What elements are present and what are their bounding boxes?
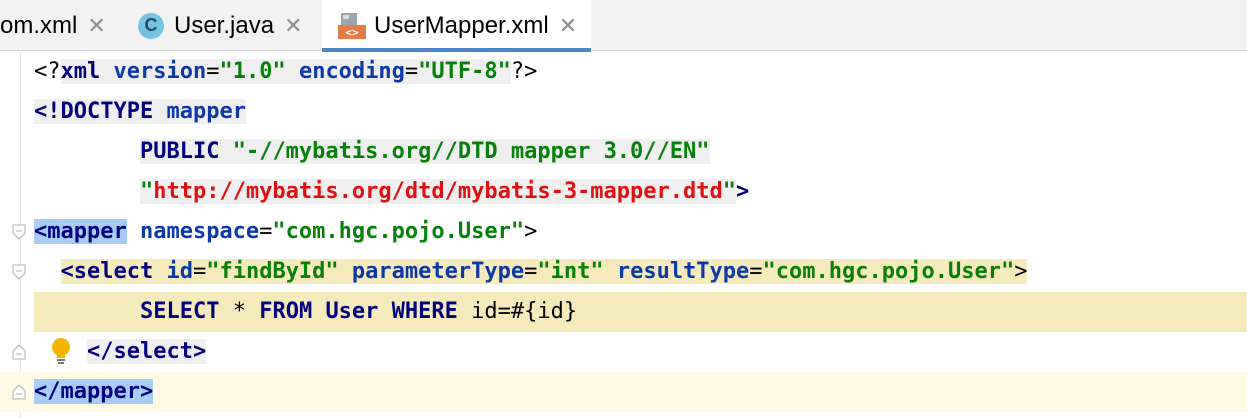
tab-usermapper-xml[interactable]: <> UserMapper.xml ✕	[322, 0, 592, 52]
sql-keyword: FROM	[259, 299, 313, 324]
fold-end-icon[interactable]	[12, 344, 26, 360]
mapper-open-tag: <mapper	[34, 219, 127, 244]
mapper-close-tag: </mapper>	[34, 379, 154, 404]
code-line[interactable]: <!DOCTYPE mapper	[0, 92, 1247, 132]
fold-open-icon[interactable]	[12, 224, 26, 240]
select-open-tag: <select	[60, 259, 154, 284]
public-keyword: PUBLIC	[139, 139, 220, 164]
sql-table-name: User	[325, 299, 379, 324]
tag-close: >	[1014, 259, 1028, 284]
value-encoding: "UTF-8"	[418, 59, 511, 84]
doctype-keyword: <!DOCTYPE	[34, 99, 154, 124]
doctype-name: mapper	[153, 99, 246, 124]
xml-file-icon: <>	[338, 11, 366, 41]
sql-keyword: SELECT	[139, 299, 220, 324]
value-id: "findById"	[206, 259, 339, 284]
tab-label: om.xml	[0, 11, 78, 39]
sql-keyword: WHERE	[391, 299, 458, 324]
tab-label: UserMapper.xml	[374, 11, 549, 39]
attr-encoding: encoding	[285, 59, 405, 84]
fold-end-icon[interactable]	[12, 384, 26, 400]
tab-pom-xml[interactable]: om.xml ✕	[0, 0, 106, 51]
quote: "	[139, 179, 154, 204]
xml-decl-open: <?	[34, 59, 61, 84]
code-line[interactable]: PUBLIC "-//mybatis.org//DTD mapper 3.0//…	[0, 132, 1247, 172]
attr-parametertype: parameterType	[338, 259, 525, 284]
code-line[interactable]: <?xml version="1.0" encoding="UTF-8"?>	[0, 52, 1247, 92]
tag-close: >	[524, 219, 538, 244]
equals: =	[259, 219, 273, 244]
xml-decl-name: xml	[60, 59, 101, 84]
attr-resulttype: resultType	[603, 259, 750, 284]
dtd-url[interactable]: http://mybatis.org/dtd/mybatis-3-mapper.…	[153, 179, 723, 204]
code-line[interactable]: <mapper namespace="com.hgc.pojo.User">	[0, 212, 1247, 252]
code-editor[interactable]: <?xml version="1.0" encoding="UTF-8"?> <…	[0, 52, 1247, 418]
close-icon[interactable]: ✕	[284, 13, 302, 39]
doctype-close: >	[736, 179, 750, 204]
attr-id: id	[153, 259, 193, 284]
quote: "	[722, 179, 737, 204]
value-resulttype: "com.hgc.pojo.User"	[762, 259, 1015, 284]
close-icon[interactable]: ✕	[87, 13, 105, 39]
dtd-public-id: "-//mybatis.org//DTD mapper 3.0//EN"	[232, 139, 710, 164]
code-line[interactable]: "http://mybatis.org/dtd/mybatis-3-mapper…	[0, 172, 1247, 212]
code-line[interactable]: SELECT * FROM User WHERE id=#{id}	[0, 292, 1247, 332]
code-line[interactable]: </select>	[0, 332, 1247, 372]
equals: =	[749, 259, 763, 284]
attr-namespace: namespace	[126, 219, 260, 244]
java-class-icon: C	[138, 12, 164, 39]
tab-user-java[interactable]: C User.java ✕	[138, 0, 302, 51]
xml-decl-close: ?>	[510, 59, 538, 84]
code-line-current[interactable]: </mapper>	[0, 372, 1247, 412]
equals: =	[404, 59, 419, 84]
equals: =	[206, 59, 220, 84]
value-namespace: "com.hgc.pojo.User"	[272, 219, 525, 244]
fold-open-icon[interactable]	[12, 264, 26, 280]
attr-version: version	[100, 59, 207, 84]
select-close-tag: </select>	[86, 339, 207, 364]
editor-tab-bar: om.xml ✕ C User.java ✕ <> UserMapper.xml…	[0, 0, 1247, 52]
equals: =	[192, 259, 207, 284]
sql-text: id=#{id}	[457, 299, 578, 324]
sql-text: *	[219, 299, 260, 324]
equals: =	[524, 259, 538, 284]
tab-label: User.java	[174, 11, 275, 39]
close-icon[interactable]: ✕	[559, 13, 577, 39]
value-parametertype: "int"	[537, 259, 604, 284]
code-line[interactable]: <select id="findById" parameterType="int…	[0, 252, 1247, 292]
value-version: "1.0"	[219, 59, 286, 84]
xml-icon-glyph: <>	[345, 26, 359, 39]
